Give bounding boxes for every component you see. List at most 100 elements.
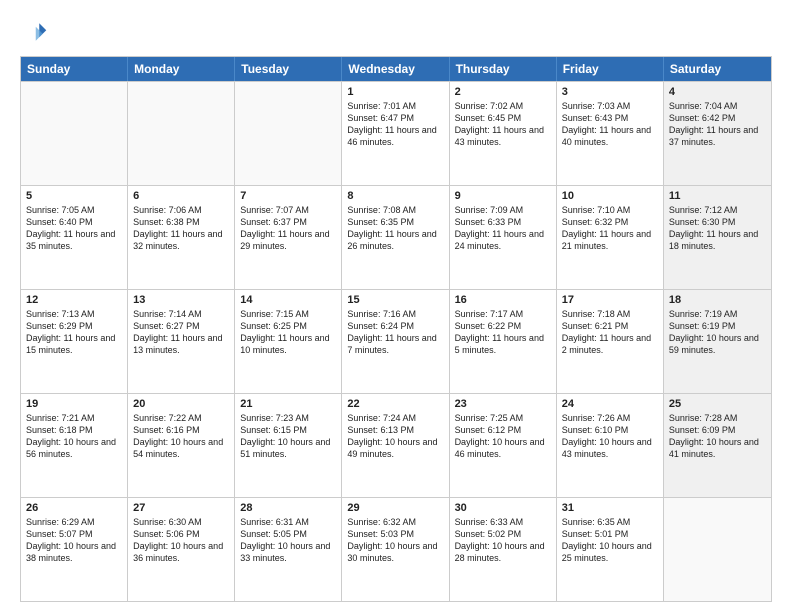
- day-number: 12: [26, 294, 122, 306]
- cell-info: Sunrise: 7:04 AM Sunset: 6:42 PM Dayligh…: [669, 100, 766, 149]
- day-number: 10: [562, 190, 658, 202]
- cal-cell: 18 Sunrise: 7:19 AM Sunset: 6:19 PM Dayli…: [664, 290, 771, 393]
- logo-icon: [20, 18, 48, 46]
- cell-info: Sunrise: 7:16 AM Sunset: 6:24 PM Dayligh…: [347, 308, 443, 357]
- day-number: 6: [133, 190, 229, 202]
- calendar-page: SundayMondayTuesdayWednesdayThursdayFrid…: [0, 0, 792, 612]
- cell-info: Sunrise: 7:05 AM Sunset: 6:40 PM Dayligh…: [26, 204, 122, 253]
- cal-cell: 21 Sunrise: 7:23 AM Sunset: 6:15 PM Dayli…: [235, 394, 342, 497]
- cell-info: Sunrise: 7:25 AM Sunset: 6:12 PM Dayligh…: [455, 412, 551, 461]
- day-number: 8: [347, 190, 443, 202]
- cell-info: Sunrise: 7:28 AM Sunset: 6:09 PM Dayligh…: [669, 412, 766, 461]
- day-number: 15: [347, 294, 443, 306]
- cal-cell: 5 Sunrise: 7:05 AM Sunset: 6:40 PM Daylig…: [21, 186, 128, 289]
- cal-cell: 1 Sunrise: 7:01 AM Sunset: 6:47 PM Daylig…: [342, 82, 449, 185]
- cal-cell: 26Sunrise: 6:29 AM Sunset: 5:07 PM Dayli…: [21, 498, 128, 601]
- header-day-wednesday: Wednesday: [342, 57, 449, 81]
- day-number: 4: [669, 86, 766, 98]
- cal-cell: 10Sunrise: 7:10 AM Sunset: 6:32 PM Dayli…: [557, 186, 664, 289]
- day-number: 19: [26, 398, 122, 410]
- cal-cell: 6 Sunrise: 7:06 AM Sunset: 6:38 PM Daylig…: [128, 186, 235, 289]
- cal-cell: [235, 82, 342, 185]
- header-day-tuesday: Tuesday: [235, 57, 342, 81]
- cell-info: Sunrise: 7:13 AM Sunset: 6:29 PM Dayligh…: [26, 308, 122, 357]
- cell-info: Sunrise: 7:17 AM Sunset: 6:22 PM Dayligh…: [455, 308, 551, 357]
- header-day-sunday: Sunday: [21, 57, 128, 81]
- logo: [20, 18, 52, 46]
- cell-info: Sunrise: 7:14 AM Sunset: 6:27 PM Dayligh…: [133, 308, 229, 357]
- day-number: 7: [240, 190, 336, 202]
- cell-info: Sunrise: 7:12 AM Sunset: 6:30 PM Dayligh…: [669, 204, 766, 253]
- cal-cell: 3 Sunrise: 7:03 AM Sunset: 6:43 PM Daylig…: [557, 82, 664, 185]
- cell-info: Sunrise: 7:15 AM Sunset: 6:25 PM Dayligh…: [240, 308, 336, 357]
- cell-info: Sunrise: 6:31 AM Sunset: 5:05 PM Dayligh…: [240, 516, 336, 565]
- cal-cell: 23 Sunrise: 7:25 AM Sunset: 6:12 PM Dayli…: [450, 394, 557, 497]
- cal-cell: 27Sunrise: 6:30 AM Sunset: 5:06 PM Dayli…: [128, 498, 235, 601]
- cal-cell: 8 Sunrise: 7:08 AM Sunset: 6:35 PM Daylig…: [342, 186, 449, 289]
- day-number: 23: [455, 398, 551, 410]
- day-number: 29: [347, 502, 443, 514]
- page-header: [20, 18, 772, 46]
- week-row-5: 26Sunrise: 6:29 AM Sunset: 5:07 PM Dayli…: [21, 497, 771, 601]
- cal-cell: 2Sunrise: 7:02 AM Sunset: 6:45 PM Daylig…: [450, 82, 557, 185]
- header-day-thursday: Thursday: [450, 57, 557, 81]
- cal-cell: 7 Sunrise: 7:07 AM Sunset: 6:37 PM Daylig…: [235, 186, 342, 289]
- cell-info: Sunrise: 7:19 AM Sunset: 6:19 PM Dayligh…: [669, 308, 766, 357]
- cell-info: Sunrise: 7:07 AM Sunset: 6:37 PM Dayligh…: [240, 204, 336, 253]
- cal-cell: 24 Sunrise: 7:26 AM Sunset: 6:10 PM Dayli…: [557, 394, 664, 497]
- cal-cell: 11Sunrise: 7:12 AM Sunset: 6:30 PM Dayli…: [664, 186, 771, 289]
- week-row-1: 1 Sunrise: 7:01 AM Sunset: 6:47 PM Daylig…: [21, 81, 771, 185]
- cell-info: Sunrise: 7:03 AM Sunset: 6:43 PM Dayligh…: [562, 100, 658, 149]
- cal-cell: [128, 82, 235, 185]
- cell-info: Sunrise: 6:29 AM Sunset: 5:07 PM Dayligh…: [26, 516, 122, 565]
- cal-cell: 9 Sunrise: 7:09 AM Sunset: 6:33 PM Daylig…: [450, 186, 557, 289]
- day-number: 5: [26, 190, 122, 202]
- day-number: 18: [669, 294, 766, 306]
- day-number: 9: [455, 190, 551, 202]
- week-row-4: 19Sunrise: 7:21 AM Sunset: 6:18 PM Dayli…: [21, 393, 771, 497]
- header-day-saturday: Saturday: [664, 57, 771, 81]
- cal-cell: 16 Sunrise: 7:17 AM Sunset: 6:22 PM Dayli…: [450, 290, 557, 393]
- day-number: 1: [347, 86, 443, 98]
- cal-cell: 20 Sunrise: 7:22 AM Sunset: 6:16 PM Dayli…: [128, 394, 235, 497]
- day-number: 17: [562, 294, 658, 306]
- day-number: 3: [562, 86, 658, 98]
- cell-info: Sunrise: 7:01 AM Sunset: 6:47 PM Dayligh…: [347, 100, 443, 149]
- cal-cell: 22Sunrise: 7:24 AM Sunset: 6:13 PM Dayli…: [342, 394, 449, 497]
- cell-info: Sunrise: 7:26 AM Sunset: 6:10 PM Dayligh…: [562, 412, 658, 461]
- week-row-2: 5 Sunrise: 7:05 AM Sunset: 6:40 PM Daylig…: [21, 185, 771, 289]
- cal-cell: 25Sunrise: 7:28 AM Sunset: 6:09 PM Dayli…: [664, 394, 771, 497]
- cell-info: Sunrise: 7:08 AM Sunset: 6:35 PM Dayligh…: [347, 204, 443, 253]
- cal-cell: [21, 82, 128, 185]
- day-number: 24: [562, 398, 658, 410]
- cal-cell: 14 Sunrise: 7:15 AM Sunset: 6:25 PM Dayli…: [235, 290, 342, 393]
- calendar-body: 1 Sunrise: 7:01 AM Sunset: 6:47 PM Daylig…: [21, 81, 771, 601]
- cal-cell: 30Sunrise: 6:33 AM Sunset: 5:02 PM Dayli…: [450, 498, 557, 601]
- day-number: 2: [455, 86, 551, 98]
- cal-cell: 13Sunrise: 7:14 AM Sunset: 6:27 PM Dayli…: [128, 290, 235, 393]
- cell-info: Sunrise: 6:32 AM Sunset: 5:03 PM Dayligh…: [347, 516, 443, 565]
- header-day-monday: Monday: [128, 57, 235, 81]
- cell-info: Sunrise: 7:18 AM Sunset: 6:21 PM Dayligh…: [562, 308, 658, 357]
- day-number: 27: [133, 502, 229, 514]
- cal-cell: 17 Sunrise: 7:18 AM Sunset: 6:21 PM Dayli…: [557, 290, 664, 393]
- cal-cell: 15 Sunrise: 7:16 AM Sunset: 6:24 PM Dayli…: [342, 290, 449, 393]
- cell-info: Sunrise: 7:09 AM Sunset: 6:33 PM Dayligh…: [455, 204, 551, 253]
- day-number: 30: [455, 502, 551, 514]
- day-number: 20: [133, 398, 229, 410]
- cal-cell: 31Sunrise: 6:35 AM Sunset: 5:01 PM Dayli…: [557, 498, 664, 601]
- day-number: 22: [347, 398, 443, 410]
- cal-cell: 28 Sunrise: 6:31 AM Sunset: 5:05 PM Dayli…: [235, 498, 342, 601]
- cal-cell: 4 Sunrise: 7:04 AM Sunset: 6:42 PM Daylig…: [664, 82, 771, 185]
- day-number: 28: [240, 502, 336, 514]
- cal-cell: 29 Sunrise: 6:32 AM Sunset: 5:03 PM Dayli…: [342, 498, 449, 601]
- day-number: 14: [240, 294, 336, 306]
- cell-info: Sunrise: 7:23 AM Sunset: 6:15 PM Dayligh…: [240, 412, 336, 461]
- day-number: 21: [240, 398, 336, 410]
- cell-info: Sunrise: 7:06 AM Sunset: 6:38 PM Dayligh…: [133, 204, 229, 253]
- cell-info: Sunrise: 7:22 AM Sunset: 6:16 PM Dayligh…: [133, 412, 229, 461]
- day-number: 16: [455, 294, 551, 306]
- cal-cell: 12 Sunrise: 7:13 AM Sunset: 6:29 PM Dayli…: [21, 290, 128, 393]
- cal-cell: [664, 498, 771, 601]
- header-day-friday: Friday: [557, 57, 664, 81]
